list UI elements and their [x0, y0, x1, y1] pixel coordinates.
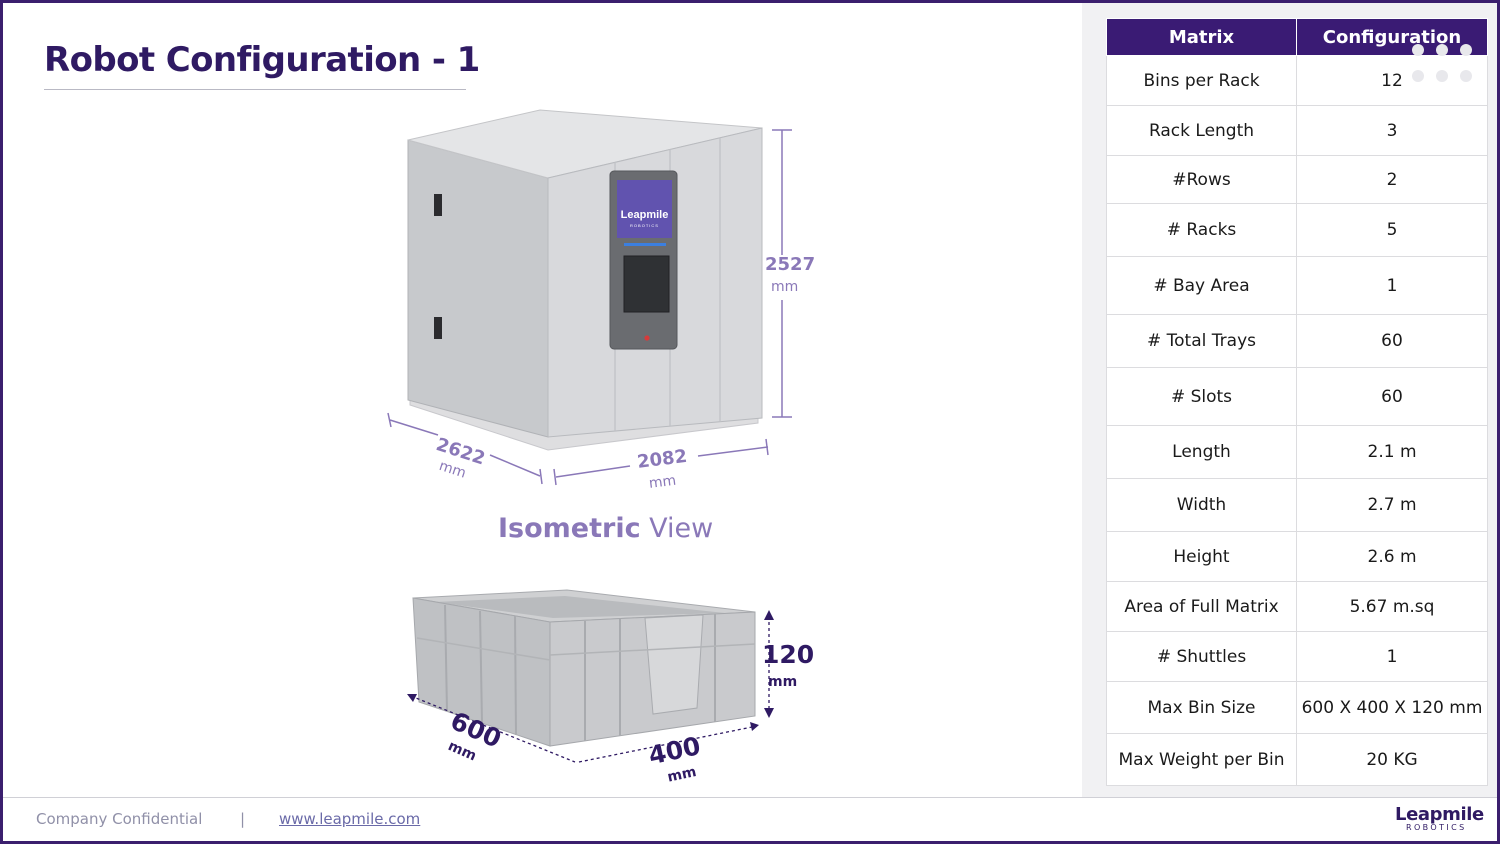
spec-table-row: Width 2.7 m [1106, 478, 1488, 532]
machine-height-unit: mm [771, 279, 799, 295]
screen-logo-text: Leapmile [621, 209, 669, 221]
spec-table: Matrix Configuration Bins per Rack 12 Rack… [1106, 18, 1488, 786]
spec-value-cell: 60 [1296, 314, 1488, 368]
spec-table-row: #Rows 2 [1106, 155, 1488, 204]
header-matrix: Matrix [1106, 18, 1297, 56]
spec-value-cell: 2.7 m [1296, 478, 1488, 532]
spec-value-cell: 60 [1296, 367, 1488, 426]
leapmile-logo: Leapmile [1395, 804, 1484, 825]
bin-height-unit: mm [768, 674, 798, 690]
machine-width-unit: mm [648, 472, 678, 492]
spec-table-row: # Racks 5 [1106, 203, 1488, 257]
spec-value-cell: 5.67 m.sq [1296, 581, 1488, 632]
spec-label-cell: Rack Length [1106, 105, 1297, 156]
footer-separator: | [240, 810, 246, 828]
spec-label-cell: # Shuttles [1106, 631, 1297, 682]
title-underline [44, 89, 466, 90]
isometric-view-caption: Isometric View [498, 513, 713, 544]
spec-table-row: Area of Full Matrix 5.67 m.sq [1106, 581, 1488, 632]
spec-table-row: # Bay Area 1 [1106, 256, 1488, 315]
spec-label-cell: #Rows [1106, 155, 1297, 204]
spec-table-row: Length 2.1 m [1106, 425, 1488, 479]
spec-table-row: # Shuttles 1 [1106, 631, 1488, 682]
spec-label-cell: Height [1106, 531, 1297, 582]
spec-table-row: Height 2.6 m [1106, 531, 1488, 582]
dots-decoration [1412, 44, 1472, 86]
spec-label-cell: Max Bin Size [1106, 681, 1297, 734]
page-title: Robot Configuration - 1 [44, 40, 480, 80]
spec-table-row: Max Bin Size 600 X 400 X 120 mm [1106, 681, 1488, 734]
spec-label-cell: # Racks [1106, 203, 1297, 257]
screen-logo-sub: ROBOTICS [630, 223, 659, 228]
spec-value-cell: 1 [1296, 631, 1488, 682]
footer-divider [3, 797, 1497, 798]
caption-bold: Isometric [498, 513, 641, 544]
spec-value-cell: 2.6 m [1296, 531, 1488, 582]
spec-table-row: Max Weight per Bin 20 KG [1106, 733, 1488, 786]
spec-label-cell: Max Weight per Bin [1106, 733, 1297, 786]
spec-label-cell: # Slots [1106, 367, 1297, 426]
footer-confidential: Company Confidential [36, 810, 203, 828]
caption-rest: View [640, 513, 714, 544]
spec-value-cell: 2.1 m [1296, 425, 1488, 479]
spec-label-cell: Bins per Rack [1106, 55, 1297, 106]
machine-height-value: 2527 [765, 254, 816, 275]
spec-label-cell: Area of Full Matrix [1106, 581, 1297, 632]
footer-website-link[interactable]: www.leapmile.com [279, 810, 420, 828]
spec-table-row: Rack Length 3 [1106, 105, 1488, 156]
spec-value-cell: 3 [1296, 105, 1488, 156]
spec-label-cell: Width [1106, 478, 1297, 532]
spec-label-cell: Length [1106, 425, 1297, 479]
spec-table-row: # Slots 60 [1106, 367, 1488, 426]
spec-value-cell: 600 X 400 X 120 mm [1296, 681, 1488, 734]
spec-value-cell: 20 KG [1296, 733, 1488, 786]
spec-value-cell: 2 [1296, 155, 1488, 204]
bin-height-value: 120 [762, 640, 815, 669]
leapmile-logo-sub: ROBOTICS [1406, 823, 1467, 832]
spec-label-cell: # Bay Area [1106, 256, 1297, 315]
spec-value-cell: 5 [1296, 203, 1488, 257]
spec-value-cell: 1 [1296, 256, 1488, 315]
spec-label-cell: # Total Trays [1106, 314, 1297, 368]
spec-table-row: # Total Trays 60 [1106, 314, 1488, 368]
